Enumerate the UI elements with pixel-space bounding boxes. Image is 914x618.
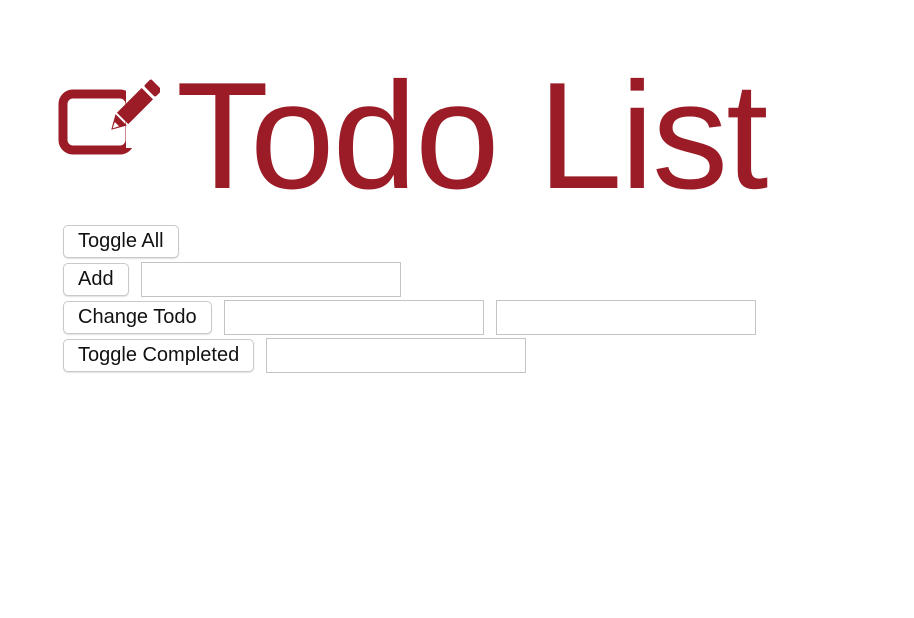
toggle-all-button[interactable]: Toggle All (63, 224, 179, 258)
toggle-completed-position-input[interactable] (266, 337, 527, 373)
add-button[interactable]: Add (63, 262, 129, 296)
add-todo-input[interactable] (140, 261, 401, 297)
change-todo-button[interactable]: Change Todo (63, 300, 212, 334)
header: Todo List (58, 51, 768, 221)
change-todo-text-input[interactable] (495, 299, 756, 335)
change-todo-position-input[interactable] (223, 299, 484, 335)
page-title: Todo List (176, 51, 768, 221)
toggle-all-row: Toggle All (63, 222, 756, 260)
todo-controls: Toggle All Add Change Todo Toggle Comple… (63, 222, 756, 374)
toggle-completed-button[interactable]: Toggle Completed (63, 338, 255, 372)
edit-square-icon (58, 79, 160, 155)
page: Todo List Toggle All Add Change Todo Tog… (0, 0, 914, 618)
change-todo-row: Change Todo (63, 298, 756, 336)
add-row: Add (63, 260, 756, 298)
toggle-completed-row: Toggle Completed (63, 336, 756, 374)
